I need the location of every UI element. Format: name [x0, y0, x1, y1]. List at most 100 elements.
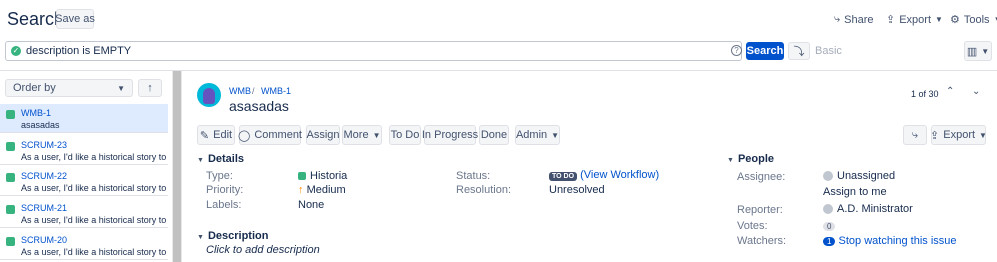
- issue-list-item[interactable]: SCRUM-22 As a user, I'd like a historica…: [0, 167, 168, 196]
- assignee-value: Unassigned: [823, 170, 895, 182]
- arrow-up-icon: ↑: [147, 82, 153, 94]
- issue-list-item[interactable]: WMB-1 asasadas: [0, 104, 168, 133]
- priority-label: Priority:: [206, 184, 244, 196]
- share-label: Share: [844, 13, 874, 26]
- resolution-label: Resolution:: [456, 184, 512, 196]
- type-label: Type:: [206, 170, 233, 182]
- tools-label: Tools: [963, 13, 990, 26]
- comment-button[interactable]: ◯ Comment: [238, 125, 302, 145]
- header-export-button[interactable]: ⇪ Export ▼: [886, 13, 943, 27]
- share-icon: ⤷: [911, 128, 919, 141]
- breadcrumb-project[interactable]: WMB: [229, 86, 251, 96]
- done-button[interactable]: Done: [479, 125, 509, 145]
- reporter-label: Reporter:: [737, 204, 783, 216]
- layout-toggle-button[interactable]: ▥ ▼: [964, 41, 992, 61]
- status-value: TO DO (View Workflow): [549, 169, 659, 181]
- details-heading: Details: [207, 153, 245, 165]
- reporter-text: A.D. Ministrator: [837, 203, 913, 215]
- to-do-button[interactable]: To Do: [389, 125, 421, 145]
- chevron-down-icon: ▼: [727, 157, 734, 164]
- order-by-dropdown[interactable]: Order by ▼: [5, 79, 133, 97]
- chevron-down-icon: ▼: [994, 15, 997, 24]
- in-progress-button[interactable]: In Progress: [422, 125, 478, 145]
- export-label: Export: [899, 13, 932, 26]
- status-label: Status:: [456, 170, 491, 182]
- export-icon: ⇪: [886, 14, 896, 26]
- people-heading: People: [737, 153, 775, 165]
- description-placeholder[interactable]: Click to add description: [206, 244, 320, 256]
- basic-mode-link[interactable]: Basic: [815, 45, 842, 57]
- switch-icon: ⤵: [793, 46, 805, 58]
- type-value: Historia: [298, 170, 347, 182]
- type-text: Historia: [310, 170, 348, 182]
- project-avatar: [197, 83, 221, 107]
- issue-key: SCRUM-22: [21, 171, 68, 181]
- assign-button[interactable]: Assign: [306, 125, 340, 145]
- issue-key: SCRUM-21: [21, 203, 68, 213]
- assign-to-me-link[interactable]: Assign to me: [823, 186, 887, 198]
- chevron-down-icon: ▼: [372, 130, 381, 140]
- issue-list-item[interactable]: SCRUM-21 As a user, I'd like a historica…: [0, 199, 168, 228]
- watchers-label: Watchers:: [737, 235, 787, 247]
- chevron-down-icon: ▼: [935, 15, 943, 24]
- share-issue-button[interactable]: ⤷: [903, 125, 927, 145]
- issue-title[interactable]: asasadas: [229, 98, 289, 114]
- watchers-count[interactable]: 1: [823, 237, 836, 246]
- jql-query-input[interactable]: ✓ description is EMPTY ?: [5, 41, 742, 61]
- people-toggle[interactable]: ▼ People: [727, 153, 774, 165]
- issue-list-item[interactable]: SCRUM-23 As a user, I'd like a historica…: [0, 136, 168, 165]
- pager-text: 1 of 30: [911, 89, 939, 99]
- labels-value: None: [298, 199, 325, 211]
- layout-icon: ▥: [966, 45, 978, 58]
- gear-icon: ⚙: [950, 14, 960, 26]
- details-toggle[interactable]: ▼ Details: [197, 153, 244, 165]
- pencil-icon: ✎: [199, 129, 210, 142]
- status-badge: TO DO: [549, 172, 578, 181]
- story-icon: [6, 237, 15, 246]
- switch-query-mode-button[interactable]: ⤵: [788, 42, 810, 60]
- view-workflow-link[interactable]: (View Workflow): [580, 169, 659, 181]
- help-icon[interactable]: ?: [731, 45, 742, 56]
- sort-direction-button[interactable]: ↑: [138, 79, 162, 97]
- votes-label: Votes:: [737, 220, 768, 232]
- resolution-value: Unresolved: [549, 184, 605, 196]
- user-avatar-icon: [823, 171, 833, 182]
- chevron-down-icon: ▼: [981, 46, 990, 56]
- priority-text: Medium: [306, 184, 346, 196]
- order-by-label: Order by: [13, 82, 56, 94]
- chevron-down-icon[interactable]: ⌄: [972, 86, 980, 97]
- issue-summary: As a user, I'd like a historical story t…: [21, 183, 166, 193]
- breadcrumb-separator: /: [252, 86, 255, 96]
- share-button[interactable]: ⤷ Share: [834, 13, 874, 26]
- description-toggle[interactable]: ▼ Description: [197, 230, 268, 242]
- search-button[interactable]: Search: [746, 42, 784, 60]
- export-button[interactable]: ⇪ Export ▼: [930, 125, 987, 145]
- tools-button[interactable]: ⚙ Tools ▼: [950, 13, 997, 27]
- chevron-up-icon[interactable]: ⌃: [946, 86, 954, 97]
- chevron-down-icon: ▼: [117, 83, 125, 93]
- save-as-button[interactable]: Save as: [55, 9, 95, 29]
- story-icon: [6, 110, 15, 119]
- votes-value[interactable]: 0: [823, 220, 836, 232]
- edit-label: Edit: [213, 129, 233, 141]
- issue-key: SCRUM-23: [21, 140, 68, 150]
- assignee-label: Assignee:: [737, 171, 786, 183]
- votes-count: 0: [823, 222, 836, 231]
- comment-icon: ◯: [238, 129, 251, 142]
- breadcrumb-issue-key[interactable]: WMB-1: [261, 86, 291, 96]
- edit-button[interactable]: ✎ Edit: [197, 125, 235, 145]
- issue-list-item[interactable]: SCRUM-20 As a user, I'd like a historica…: [0, 231, 168, 260]
- issue-summary: As a user, I'd like a historical story t…: [21, 247, 166, 257]
- list-scrollbar-thumb[interactable]: [173, 71, 181, 262]
- stop-watching-link[interactable]: Stop watching this issue: [839, 235, 957, 247]
- story-icon: [298, 172, 306, 181]
- story-icon: [6, 173, 15, 182]
- issue-list-panel: Order by ▼ ↑ WMB-1 asasadas SCRUM-23 As …: [0, 71, 172, 262]
- watchers-value: 1 Stop watching this issue: [823, 235, 957, 247]
- admin-button[interactable]: Admin ▼: [515, 125, 560, 145]
- issue-summary: As a user, I'd like a historical story t…: [21, 215, 166, 225]
- valid-query-icon: ✓: [11, 46, 21, 56]
- more-button[interactable]: More ▼: [342, 125, 382, 145]
- export-label: Export: [943, 129, 976, 141]
- story-icon: [6, 205, 15, 214]
